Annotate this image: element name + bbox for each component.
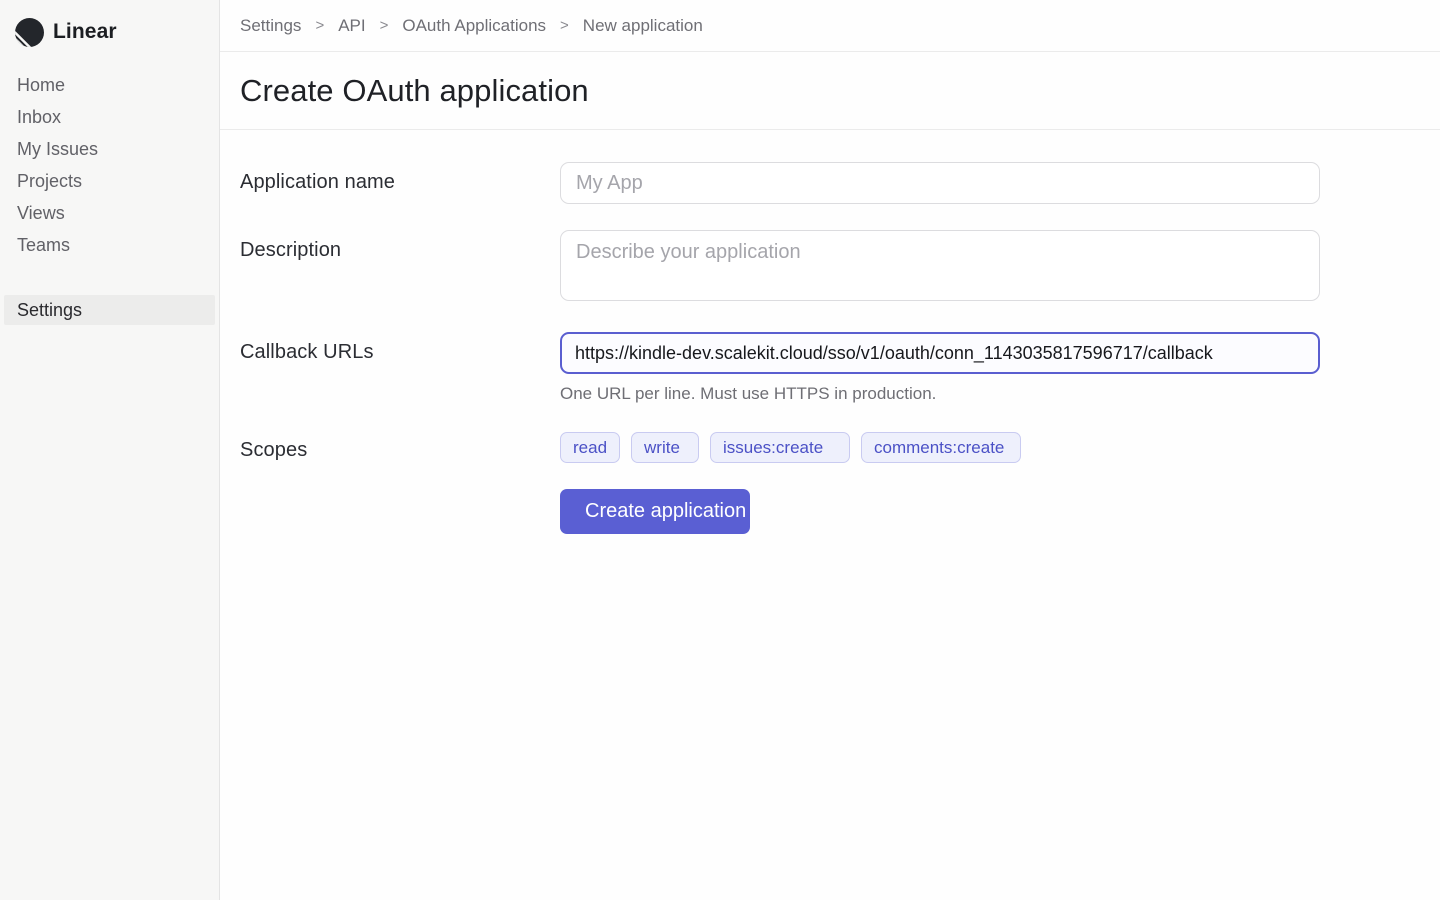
sidebar-item-teams[interactable]: Teams (0, 229, 219, 261)
submit-row: Create application (240, 489, 1440, 534)
scope-chip-write[interactable]: write (631, 432, 699, 463)
sidebar-item-views[interactable]: Views (0, 197, 219, 229)
scope-chip-read[interactable]: read (560, 432, 620, 463)
breadcrumb-bar: Settings > API > OAuth Applications > Ne… (220, 0, 1440, 52)
callback-urls-input[interactable] (560, 332, 1320, 374)
breadcrumb-separator: > (380, 17, 389, 34)
breadcrumb-separator: > (315, 17, 324, 34)
title-bar: Create OAuth application (220, 52, 1440, 130)
callback-urls-label: Callback URLs (240, 332, 560, 404)
submit-control: Create application (560, 489, 1320, 534)
main-content: Settings > API > OAuth Applications > Ne… (220, 0, 1440, 900)
description-control (560, 230, 1320, 306)
breadcrumb-separator: > (560, 17, 569, 34)
sidebar-item-home[interactable]: Home (0, 69, 219, 101)
sidebar: Linear Home Inbox My Issues Projects Vie… (0, 0, 220, 900)
breadcrumb-settings[interactable]: Settings (240, 16, 301, 36)
breadcrumb-api[interactable]: API (338, 16, 365, 36)
callback-urls-helper: One URL per line. Must use HTTPS in prod… (560, 384, 1320, 404)
breadcrumb-oauth-applications[interactable]: OAuth Applications (402, 16, 546, 36)
sidebar-item-settings[interactable]: Settings (4, 295, 215, 325)
callback-urls-row: Callback URLs One URL per line. Must use… (240, 332, 1440, 404)
description-input[interactable] (560, 230, 1320, 301)
application-name-control (560, 162, 1320, 204)
create-application-button[interactable]: Create application (560, 489, 750, 534)
sidebar-nav: Home Inbox My Issues Projects Views Team… (0, 69, 219, 261)
scopes-label: Scopes (240, 430, 560, 463)
scopes-row: Scopes read write issues:create comments… (240, 430, 1440, 463)
description-label: Description (240, 230, 560, 306)
callback-urls-control: One URL per line. Must use HTTPS in prod… (560, 332, 1320, 404)
create-oauth-form: Application name Description Callback UR… (220, 130, 1440, 534)
description-row: Description (240, 230, 1440, 306)
app-title: Linear (53, 20, 117, 44)
scope-chip-comments-create[interactable]: comments:create (861, 432, 1021, 463)
linear-logo-icon (15, 18, 44, 47)
application-name-row: Application name (240, 162, 1440, 204)
sidebar-item-my-issues[interactable]: My Issues (0, 133, 219, 165)
scope-chip-issues-create[interactable]: issues:create (710, 432, 850, 463)
breadcrumb-new-application[interactable]: New application (583, 16, 703, 36)
application-name-input[interactable] (560, 162, 1320, 204)
submit-row-spacer (240, 489, 560, 534)
scopes-chips: read write issues:create comments:create (560, 430, 1320, 463)
page-title: Create OAuth application (240, 73, 589, 109)
sidebar-item-inbox[interactable]: Inbox (0, 101, 219, 133)
breadcrumb: Settings > API > OAuth Applications > Ne… (240, 16, 703, 36)
application-name-label: Application name (240, 162, 560, 204)
app-logo[interactable]: Linear (0, 0, 219, 46)
sidebar-item-projects[interactable]: Projects (0, 165, 219, 197)
